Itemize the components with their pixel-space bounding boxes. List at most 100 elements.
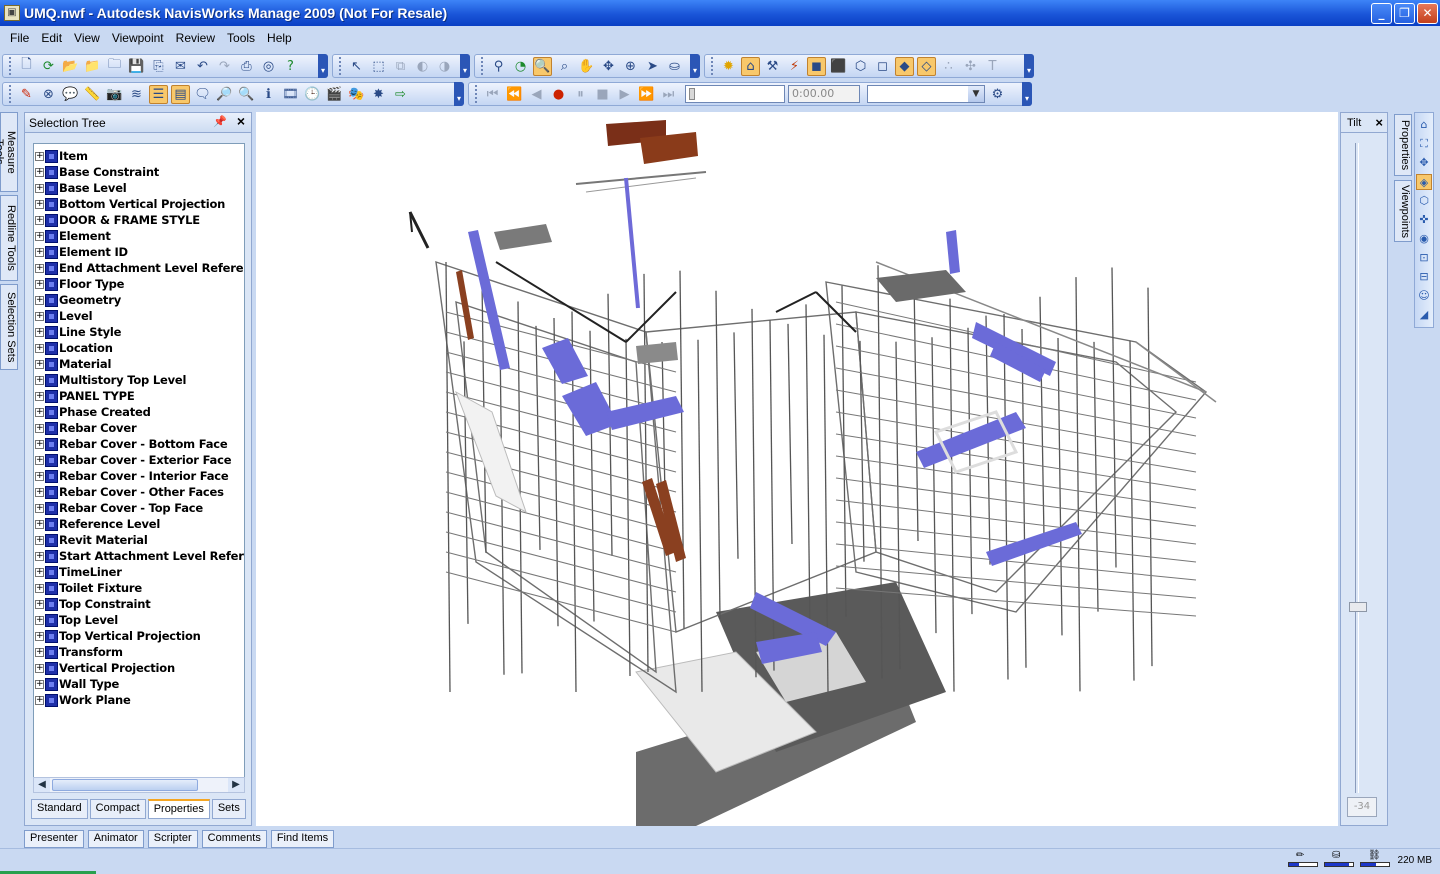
tab-scripter[interactable]: Scripter [147, 830, 198, 848]
tree-item[interactable]: + Geometry [34, 292, 244, 308]
camera-icon[interactable]: 📷 [105, 85, 124, 104]
expand-icon[interactable]: + [35, 311, 44, 321]
tree-item[interactable]: + Rebar Cover - Top Face [34, 500, 244, 516]
slider-thumb[interactable] [689, 88, 695, 100]
expand-icon[interactable]: + [35, 375, 44, 385]
tree-item[interactable]: + Base Level [34, 180, 244, 196]
shaded-icon[interactable]: ⬛ [829, 57, 848, 76]
undo-icon[interactable]: ↶ [193, 57, 212, 76]
tab-viewpoints[interactable]: Viewpoints [1394, 180, 1412, 242]
expand-icon[interactable]: + [35, 631, 44, 641]
expand-icon[interactable]: + [35, 551, 44, 561]
presenter-icon[interactable]: 🎞 [281, 85, 300, 104]
toolbar-options-icon[interactable]: ▾ [1024, 54, 1034, 78]
toolbar-options-icon[interactable]: ▾ [318, 54, 328, 78]
scroll-left-icon[interactable]: ◀ [34, 778, 50, 792]
expand-icon[interactable]: + [35, 407, 44, 417]
horizontal-scrollbar[interactable]: ◀ ▶ [33, 777, 245, 793]
expand-icon[interactable]: + [35, 647, 44, 657]
person-icon[interactable]: ☺ [1416, 288, 1432, 304]
tree-item[interactable]: + Top Vertical Projection [34, 628, 244, 644]
tree-item[interactable]: + Revit Material [34, 532, 244, 548]
menu-edit[interactable]: Edit [35, 31, 68, 45]
expand-icon[interactable]: + [35, 151, 44, 161]
expand-icon[interactable]: + [35, 231, 44, 241]
hidden-line-icon[interactable]: ◻ [873, 57, 892, 76]
select-icon[interactable]: ↖ [347, 57, 366, 76]
close-icon[interactable]: × [1375, 115, 1383, 130]
rewind-icon[interactable]: ⊟ [1416, 269, 1432, 285]
tree-item[interactable]: + Start Attachment Level Refere [34, 548, 244, 564]
expand-icon[interactable]: + [35, 263, 44, 273]
scripter-icon[interactable]: 🎭 [347, 85, 366, 104]
info-icon[interactable]: ℹ [259, 85, 278, 104]
refresh-icon[interactable]: ⟳ [39, 57, 58, 76]
animation-settings-icon[interactable]: ⚙ [988, 85, 1007, 104]
merge-icon[interactable]: 🗀 [105, 57, 124, 76]
maximize-button[interactable]: ❐ [1394, 3, 1415, 24]
toolbar-options-icon[interactable]: ▾ [454, 82, 464, 106]
tree-item[interactable]: + Item [34, 148, 244, 164]
redo-icon[interactable]: ↷ [215, 57, 234, 76]
surfaces-icon[interactable]: ◆ [895, 56, 914, 76]
properties-icon[interactable]: ▤ [171, 84, 190, 104]
text-icon[interactable]: T [983, 57, 1002, 76]
expand-icon[interactable]: + [35, 391, 44, 401]
tree-item[interactable]: + Wall Type [34, 676, 244, 692]
find-items-icon[interactable]: 🔍 [237, 85, 256, 104]
tilt-track[interactable] [1355, 143, 1359, 793]
expand-icon[interactable]: + [35, 503, 44, 513]
tree-item[interactable]: + Reference Level [34, 516, 244, 532]
collision-icon[interactable]: ⚒ [763, 57, 782, 76]
selection-tree[interactable]: + Item + Base Constraint + Base Level + Bottom … [33, 143, 245, 793]
tree-item[interactable]: + Level [34, 308, 244, 324]
pan-icon[interactable]: ✋ [577, 57, 596, 76]
lamp-icon[interactable]: ⌂ [741, 56, 760, 76]
tree-item[interactable]: + Base Constraint [34, 164, 244, 180]
tree-item[interactable]: + Rebar Cover - Interior Face [34, 468, 244, 484]
expand-icon[interactable]: + [35, 471, 44, 481]
snap-points-icon[interactable]: ✣ [961, 57, 980, 76]
layers-icon[interactable]: ≋ [127, 85, 146, 104]
email-icon[interactable]: ✉ [171, 57, 190, 76]
tree-item[interactable]: + Rebar Cover [34, 420, 244, 436]
expand-icon[interactable]: + [35, 199, 44, 209]
tab-measure-tools[interactable]: Measure Tools [0, 112, 18, 192]
tree-item[interactable]: + Rebar Cover - Bottom Face [34, 436, 244, 452]
scroll-right-icon[interactable]: ▶ [228, 778, 244, 792]
tree-item[interactable]: + Vertical Projection [34, 660, 244, 676]
pan-icon[interactable]: ✜ [1416, 212, 1432, 228]
redline-pen-icon[interactable]: ✎ [17, 85, 36, 104]
fly-icon[interactable]: ➤ [643, 57, 662, 76]
print-icon[interactable]: ⎙ [237, 57, 256, 76]
light-icon[interactable]: ✹ [719, 57, 738, 76]
find-icon[interactable]: 🔎 [215, 85, 234, 104]
pause-icon[interactable]: ⏸ [571, 85, 590, 104]
close-button[interactable]: ✕ [1417, 3, 1438, 24]
tab-find-items[interactable]: Find Items [270, 830, 335, 848]
menu-help[interactable]: Help [261, 31, 298, 45]
menu-view[interactable]: View [68, 31, 106, 45]
stop-icon[interactable]: ■ [593, 85, 612, 104]
select-same-icon[interactable]: ⧉ [391, 57, 410, 76]
orbit-icon[interactable]: ✥ [599, 57, 618, 76]
tree-item[interactable]: + Top Constraint [34, 596, 244, 612]
expand-icon[interactable]: + [35, 487, 44, 497]
tab-animator[interactable]: Animator [87, 830, 144, 848]
new-file-icon[interactable]: 🗋 [17, 57, 36, 76]
preview-icon[interactable]: ◎ [259, 57, 278, 76]
tree-item[interactable]: + Multistory Top Level [34, 372, 244, 388]
tab-properties[interactable]: Properties [147, 799, 210, 819]
pin-icon[interactable]: 📌 [213, 115, 227, 128]
expand-icon[interactable]: + [35, 183, 44, 193]
tree-item[interactable]: + Location [34, 340, 244, 356]
tab-comments[interactable]: Comments [201, 830, 267, 848]
save-icon[interactable]: 💾 [127, 57, 146, 76]
tree-item[interactable]: + Material [34, 356, 244, 372]
record-icon[interactable]: ● [549, 85, 568, 104]
expand-icon[interactable]: + [35, 167, 44, 177]
expand-icon[interactable]: + [35, 679, 44, 689]
clash-icon[interactable]: ✸ [369, 85, 388, 104]
export-icon[interactable]: ⇨ [391, 85, 410, 104]
tab-standard[interactable]: Standard [31, 799, 88, 819]
